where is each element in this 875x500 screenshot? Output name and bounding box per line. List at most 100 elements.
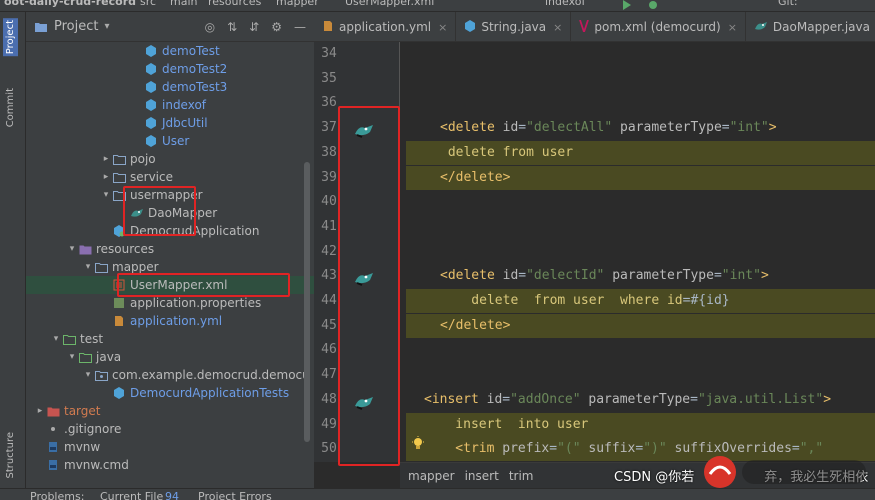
test-folder-icon (62, 332, 76, 346)
code-token: delete (447, 120, 503, 136)
chevron-down-icon[interactable]: ▾ (104, 21, 109, 32)
problems-label[interactable]: Problems: (30, 490, 84, 500)
lightbulb-icon[interactable] (411, 436, 425, 450)
editor-tab[interactable]: String.java × (456, 12, 572, 41)
folder-icon (94, 260, 108, 274)
expand-arrow-icon[interactable]: ▾ (50, 334, 62, 344)
yml-icon (112, 314, 126, 328)
editor-tab[interactable]: pom.xml (democurd) × (571, 12, 746, 41)
tree-item[interactable]: User (26, 132, 314, 150)
code-line[interactable]: delete from user where id=#{id} (406, 289, 875, 313)
expand-arrow-icon[interactable]: ▾ (100, 190, 112, 200)
run-config-selector[interactable]: indexof (545, 0, 585, 8)
code-line[interactable]: </delete> (406, 165, 875, 190)
project-panel-title[interactable]: Project (54, 19, 98, 34)
breadcrumb-trim[interactable]: trim (509, 469, 534, 483)
close-tab-icon[interactable]: × (728, 21, 737, 34)
debug-icon[interactable] (648, 0, 658, 10)
project-scrollbar[interactable] (304, 162, 310, 442)
tree-item[interactable]: application.yml (26, 312, 314, 330)
tree-item[interactable]: ▸ target (26, 402, 314, 420)
folder-icon (112, 152, 126, 166)
tree-item[interactable]: indexof (26, 96, 314, 114)
code-token: "delectId" (526, 268, 605, 284)
locate-icon[interactable]: ◎ (205, 20, 215, 34)
expand-arrow-icon[interactable]: ▾ (82, 262, 94, 272)
code-token: delete (455, 317, 503, 333)
tree-item[interactable]: ▾ com.example.democrud.democu (26, 366, 314, 384)
current-file-count: 94 (165, 490, 179, 500)
code-token: = (635, 441, 644, 457)
expand-arrow-icon[interactable]: ▾ (66, 244, 78, 254)
structure-tool-tab[interactable]: Structure (5, 432, 16, 479)
class-icon (144, 116, 158, 130)
tree-item[interactable]: ▾ resources (26, 240, 314, 258)
expand-arrow-icon[interactable]: ▾ (82, 370, 94, 380)
path-part-mapper[interactable]: mapper (276, 0, 319, 8)
editor-tab[interactable]: DaoMapper.java× (746, 12, 875, 41)
tree-item[interactable]: .gitignore (26, 420, 314, 438)
code-line[interactable]: <delete id="delectId" parameterType="int… (400, 264, 875, 288)
code-token: delete (455, 169, 503, 185)
tree-item[interactable]: ▸ pojo (26, 150, 314, 168)
collapse-all-icon[interactable]: ⇵ (249, 20, 259, 34)
watermark-text: CSDN @你若 (614, 470, 695, 485)
breadcrumb-insert[interactable]: insert (465, 469, 499, 483)
code-line[interactable]: </delete> (406, 313, 875, 338)
tree-item[interactable]: ▾ test (26, 330, 314, 348)
gear-icon[interactable]: ⚙ (271, 20, 282, 34)
project-crumb[interactable]: oot-daily-crud-record (4, 0, 136, 8)
project-errors-tab[interactable]: Project Errors (198, 490, 272, 500)
expand-all-icon[interactable]: ⇅ (227, 20, 237, 34)
code-token: "int" (721, 268, 761, 284)
tree-item-label: demoTest3 (162, 80, 228, 94)
path-part-resources[interactable]: resources (208, 0, 261, 8)
path-part-src[interactable]: src (140, 0, 156, 8)
code-line[interactable]: delete from user (406, 140, 875, 165)
path-part-main[interactable]: main (170, 0, 197, 8)
code-token: insert (431, 391, 487, 407)
code-token: < (424, 391, 432, 407)
tree-item-label: User (162, 134, 190, 148)
tree-item[interactable]: DemocurdApplicationTests (26, 384, 314, 402)
code-token: = (721, 120, 730, 136)
close-tab-icon[interactable]: × (553, 21, 562, 34)
project-header-actions: ◎ ⇅ ⇵ ⚙ — (205, 20, 306, 34)
path-part-file[interactable]: UserMapper.xml (345, 0, 434, 8)
tree-item[interactable]: JdbcUtil (26, 114, 314, 132)
current-file-tab[interactable]: Current File (100, 490, 163, 500)
code-token: delete from user (440, 144, 574, 160)
properties-icon (112, 296, 126, 310)
expand-arrow-icon[interactable]: ▸ (100, 172, 112, 182)
expand-arrow-icon[interactable]: ▸ (34, 406, 46, 416)
tree-item[interactable]: ▾ java (26, 348, 314, 366)
editor-tab[interactable]: application.yml × (314, 12, 457, 41)
tree-item-label: DemocurdApplicationTests (130, 386, 290, 400)
tree-item[interactable]: ▸ service (26, 168, 314, 186)
close-tab-icon[interactable]: × (438, 21, 447, 34)
tree-item[interactable]: demoTest2 (26, 60, 314, 78)
code-token: "addOnce" (510, 391, 581, 407)
class-icon (112, 386, 126, 400)
tree-item-label: mapper (112, 260, 159, 274)
code-token: id (502, 120, 519, 136)
expand-arrow-icon[interactable]: ▾ (66, 352, 78, 362)
code-token: > (823, 391, 832, 407)
code-line[interactable]: <insert id="addOnce" parameterType="java… (400, 388, 875, 412)
breadcrumb-mapper[interactable]: mapper (408, 469, 455, 483)
tree-item[interactable]: mvnw.cmd (26, 456, 314, 474)
project-tool-tab[interactable]: Project (3, 18, 18, 57)
code-token: =#{id} (682, 293, 730, 308)
code-line[interactable]: insert into user (406, 412, 875, 437)
expand-arrow-icon[interactable]: ▸ (100, 154, 112, 164)
minimize-icon[interactable]: — (294, 20, 306, 34)
code-editor[interactable]: <delete id="delectAll" parameterType="in… (400, 42, 875, 462)
tree-item[interactable]: demoTest (26, 42, 314, 60)
annotation-box-usermapper-xml (117, 273, 290, 297)
tree-item[interactable]: demoTest3 (26, 78, 314, 96)
git-label[interactable]: Git: (778, 0, 798, 8)
commit-tool-tab[interactable]: Commit (5, 88, 16, 127)
code-line[interactable]: <delete id="delectAll" parameterType="in… (400, 116, 875, 140)
tree-item[interactable]: mvnw (26, 438, 314, 456)
run-icon[interactable] (622, 0, 632, 10)
